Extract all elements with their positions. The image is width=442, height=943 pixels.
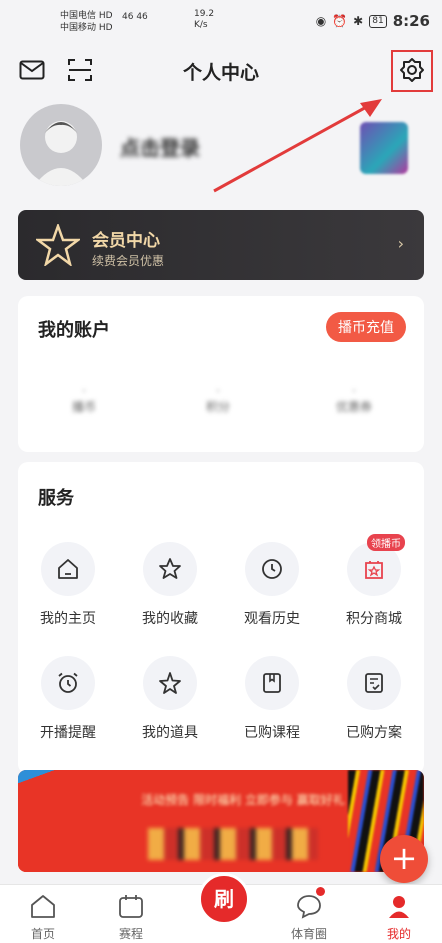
account-stat-1[interactable]: · 播币 [54, 384, 114, 415]
stat-label: 优惠券 [335, 400, 372, 414]
service-points-mall[interactable]: 领播币 积分商城 [324, 534, 424, 628]
banner-text: 活动预告 限时福利 立即参与 赢取好礼 [141, 793, 345, 807]
services-card: 服务 我的主页 我的收藏 观看历史 领播币 积分商城 开播提醒 我的道具 已购课… [18, 462, 424, 774]
tab-label: 赛程 [118, 927, 143, 941]
status-bar: 中国电信 HD 中国移动 HD 46 46 19.2 K/s ◉ ⏰ ✱ 81 … [0, 0, 442, 42]
tab-label: 我的 [386, 927, 411, 941]
page-title: 个人中心 [182, 62, 259, 84]
sparkle-star-icon [143, 656, 197, 710]
hd-badge: HD [98, 23, 113, 33]
top-bar: 个人中心 [0, 42, 442, 98]
chat-bubble-icon [297, 895, 321, 919]
network-speed: 19.2 K/s [194, 9, 214, 31]
alarm-clock-icon [41, 656, 95, 710]
account-stat-3[interactable]: · 优惠券 [324, 384, 384, 415]
banner-left-art [18, 770, 104, 872]
account-stat-2[interactable]: · 积分 [188, 384, 248, 415]
services-title: 服务 [38, 488, 74, 509]
speed-value: 19.2 [194, 9, 215, 19]
service-label: 我的主页 [40, 611, 96, 627]
chevron-right-icon: › [397, 234, 404, 253]
tab-label: 体育圈 [290, 927, 327, 941]
center-action-button[interactable]: 刷 [198, 873, 250, 925]
service-my-props[interactable]: 我的道具 [120, 656, 220, 742]
speed-unit: K/s [194, 20, 208, 30]
shopping-bag-icon: 领播币 [347, 534, 405, 596]
profile-section[interactable]: 点击登录 [20, 104, 430, 194]
service-favorites[interactable]: 我的收藏 [120, 542, 220, 628]
vip-center-card[interactable]: 会员中心 续费会员优惠 › [18, 210, 424, 280]
settings-highlight-box [391, 50, 433, 92]
service-label: 我的道具 [142, 725, 198, 741]
vip-subtitle: 续费会员优惠 [92, 254, 165, 268]
home-icon [31, 895, 55, 918]
carrier-2: 中国移动 [60, 23, 97, 33]
stat-label: 播币 [71, 400, 96, 414]
service-label: 我的收藏 [142, 611, 198, 627]
hd-badge: HD [98, 11, 113, 21]
alarm-icon: ⏰ [332, 14, 348, 28]
service-label: 已购课程 [244, 725, 300, 741]
username[interactable]: 点击登录 [120, 132, 200, 161]
service-label: 积分商城 [346, 611, 402, 627]
service-purchased-plans[interactable]: 已购方案 [324, 656, 424, 742]
bottom-tab-bar: 首页 赛程 刷 体育圈 我的 [0, 873, 442, 943]
service-my-homepage[interactable]: 我的主页 [18, 542, 118, 628]
service-label: 开播提醒 [40, 725, 96, 741]
plus-fab-button[interactable]: + [380, 835, 428, 883]
banner-products [148, 828, 318, 860]
star-icon [143, 542, 197, 596]
calendar-icon [119, 895, 143, 918]
user-icon [389, 896, 409, 918]
account-title: 我的账户 [38, 320, 110, 341]
tab-label: 首页 [30, 927, 55, 941]
signal-icon: 46 46 [122, 12, 148, 22]
carrier-info: 中国电信 HD 中国移动 HD [60, 10, 113, 34]
vip-title: 会员中心 [92, 231, 160, 251]
stat-label: 积分 [205, 400, 230, 414]
notification-dot [316, 887, 325, 896]
vip-star-icon [36, 224, 80, 266]
recharge-button[interactable]: 播币充值 [326, 312, 406, 342]
service-label: 已购方案 [346, 725, 402, 741]
document-check-icon [347, 656, 401, 710]
points-tag: 领播币 [367, 534, 405, 551]
book-icon [245, 656, 299, 710]
service-purchased-courses[interactable]: 已购课程 [222, 656, 322, 742]
battery-icon: 81 [369, 14, 387, 28]
clock-icon [245, 542, 299, 596]
eye-icon: ◉ [315, 14, 327, 28]
carrier-1: 中国电信 [60, 11, 97, 21]
clock: 8:26 [392, 12, 430, 30]
account-card: 我的账户 播币充值 · 播币 · 积分 · 优惠券 [18, 296, 424, 452]
user-badge-image[interactable] [360, 122, 408, 174]
avatar[interactable] [20, 104, 102, 186]
promo-banner[interactable]: 活动预告 限时福利 立即参与 赢取好礼 [18, 770, 424, 872]
bluetooth-icon: ✱ [353, 14, 364, 28]
service-label: 观看历史 [244, 611, 300, 627]
service-watch-history[interactable]: 观看历史 [222, 542, 322, 628]
service-live-reminder[interactable]: 开播提醒 [18, 656, 118, 742]
home-icon [41, 542, 95, 596]
status-right: ◉ ⏰ ✱ 81 8:26 [316, 12, 430, 30]
